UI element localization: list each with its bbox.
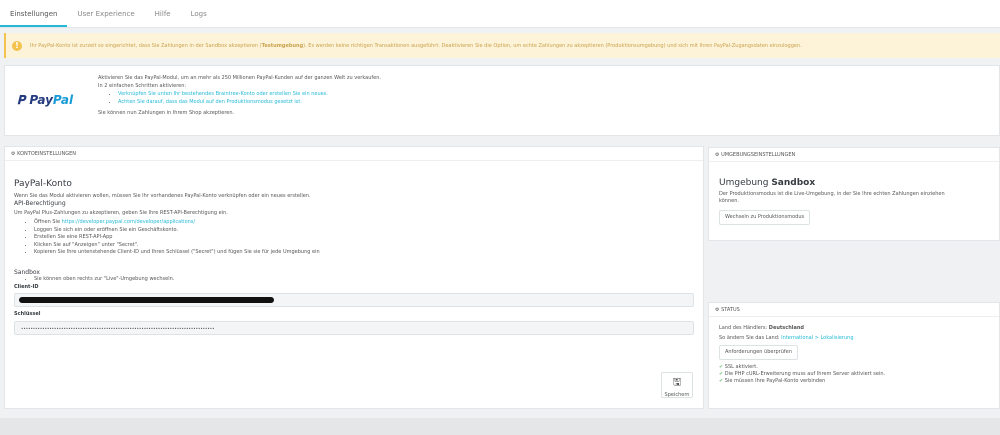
header-label: Umgebungseinstellungen <box>721 152 796 158</box>
panel-header: ⚙ Kontoeinstellungen <box>5 147 703 161</box>
sandbox-title: Sandbox <box>14 268 40 276</box>
sandbox-note: Sie können oben rechts zur "Live"-Umgebu… <box>34 276 694 284</box>
warning-icon: ! <box>12 40 22 51</box>
save-button[interactable]: 🖫 Speichern <box>661 372 693 398</box>
client-id-label: Client-ID <box>14 283 39 290</box>
intro-line: Aktivieren Sie das PayPal-Modul, um an m… <box>98 75 381 81</box>
panel-header: ⚙ Status <box>709 303 999 317</box>
logo-pay: Pay <box>29 93 53 107</box>
environment-panel: ⚙ Umgebungseinstellungen Umgebung Sandbo… <box>708 147 1000 241</box>
production-mode-link[interactable]: Achten Sie darauf, dass das Modul auf de… <box>118 99 302 105</box>
alert-post: ). Es werden keine richtigen Transaktion… <box>303 42 802 49</box>
open-prefix: Öffnen Sie <box>34 219 62 225</box>
change-label: So ändern Sie das Land: <box>719 335 782 341</box>
client-id-input[interactable] <box>14 293 694 307</box>
intro-panel: 𝐏 PayPal Aktivieren Sie das PayPal-Modul… <box>4 65 1000 136</box>
localization-link[interactable]: International > Lokalisierung <box>781 335 853 341</box>
intro-final: Sie können nun Zahlungen in Ihrem Shop a… <box>98 110 235 116</box>
developer-link[interactable]: https://developer.paypal.com/developer/a… <box>62 219 195 225</box>
env-title: Umgebung <box>719 178 772 188</box>
footer-bar <box>0 418 1000 435</box>
key-label: Schlüssel <box>14 311 41 317</box>
env-desc: Der Produktionsmodus ist die Live-Umgebu… <box>719 190 945 205</box>
sandbox-warning-alert: ! Ihr PayPal-Konto ist zurzeit so einger… <box>4 33 1000 58</box>
country-value: Deutschland <box>768 325 805 331</box>
header-label: Kontoeinstellungen <box>17 151 77 157</box>
tab-hilfe[interactable]: Hilfe <box>145 0 181 27</box>
paypal-logo: 𝐏 PayPal <box>17 93 74 107</box>
account-desc: Wenn Sie das Modul aktivieren wollen, mü… <box>14 192 311 199</box>
account-settings-panel: ⚙ Kontoeinstellungen PayPal-Konto Wenn S… <box>4 146 704 409</box>
step: Klicken Sie auf "Anzeigen" unter "Secret… <box>34 242 694 250</box>
braintree-link[interactable]: Verknüpfen Sie unten Ihr bestehendes Bra… <box>118 91 328 97</box>
step: Loggen Sie sich ein oder eröffnen Sie ei… <box>34 227 694 235</box>
panel-header: ⚙ Umgebungseinstellungen <box>709 148 999 162</box>
alert-bold: Testumgebung <box>261 42 304 49</box>
switch-production-button[interactable]: Wechseln zu Produktionsmodus <box>719 209 811 225</box>
save-label: Speichern <box>664 392 690 398</box>
redaction-bar <box>19 297 274 303</box>
status-check: Sie müssen Ihre PayPal-Konto verbinden <box>724 378 826 384</box>
alert-pre: Ihr PayPal-Konto ist zurzeit so eingeric… <box>30 42 262 49</box>
api-title: API-Berechtigung <box>14 200 66 207</box>
account-title: PayPal-Konto <box>14 179 72 189</box>
step: Erstellen Sie eine REST-API-App <box>34 234 694 242</box>
status-check: Die PHP cURL-Erweiterung muss auf Ihrem … <box>724 371 886 377</box>
tab-user-experience[interactable]: User Experience <box>67 0 144 27</box>
alert-text: Ihr PayPal-Konto ist zurzeit so eingeric… <box>30 43 802 49</box>
key-input[interactable]: ••••••••••••••••••••••••••••••••••••••••… <box>14 320 694 335</box>
tab-bar: Einstellungen User Experience Hilfe Logs <box>0 0 1000 28</box>
header-label: Status <box>721 307 740 313</box>
tab-logs[interactable]: Logs <box>181 0 217 27</box>
tab-einstellungen[interactable]: Einstellungen <box>0 0 68 27</box>
intro-steps-title: In 2 einfachen Schritten aktivieren: <box>98 83 187 89</box>
floppy-disk-icon: 🖫 <box>672 377 682 388</box>
env-mode: Sandbox <box>771 178 816 188</box>
status-check: SSL aktiviert. <box>724 364 758 370</box>
api-desc: Um PayPal Plus-Zahlungen zu akzeptieren,… <box>14 209 228 216</box>
logo-pal: Pal <box>52 93 74 107</box>
step: Kopieren Sie Ihre untenstehende Client-I… <box>34 249 694 257</box>
country-label: Land des Händlers: <box>719 325 769 331</box>
status-panel: ⚙ Status Land des Händlers: Deutschland … <box>708 302 1000 409</box>
check-requirements-button[interactable]: Anforderungen überprüfen <box>719 345 798 360</box>
